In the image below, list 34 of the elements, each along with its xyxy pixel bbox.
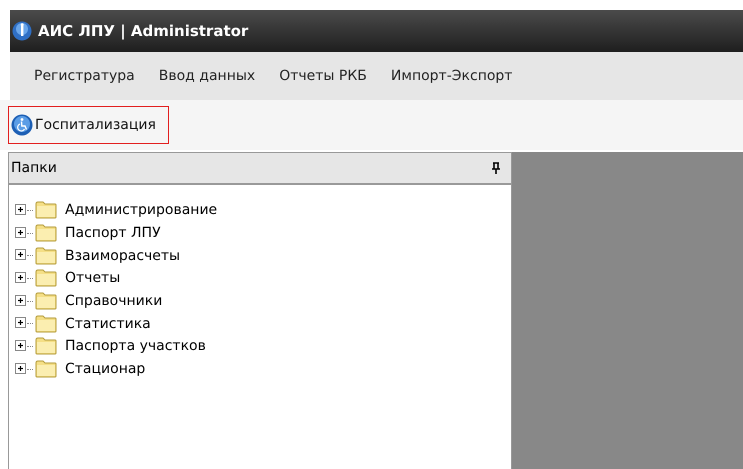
expand-icon[interactable]	[15, 294, 28, 308]
wheelchair-icon	[11, 114, 33, 136]
folder-icon	[35, 224, 57, 242]
toolbar-button[interactable]: Госпитализация	[8, 106, 169, 144]
folder-icon	[35, 201, 57, 220]
folder-icon	[35, 246, 57, 265]
pin-icon[interactable]	[491, 162, 501, 174]
menu-item[interactable]: Регистратура	[34, 68, 135, 84]
menu-item[interactable]: Отчеты РКБ	[279, 68, 367, 84]
expand-icon[interactable]	[15, 249, 28, 262]
folder-icon	[35, 269, 57, 288]
window-title: АИС ЛПУ | Administrator	[38, 22, 248, 40]
folder-icon	[35, 337, 57, 356]
folder-label[interactable]: Отчеты	[65, 270, 120, 286]
folder-label[interactable]: Справочники	[65, 293, 162, 310]
folder-icon	[35, 292, 57, 310]
folder-label[interactable]: Статистика	[65, 316, 151, 332]
folder-label[interactable]: Паспорт ЛПУ	[65, 225, 161, 242]
expand-icon[interactable]	[15, 272, 28, 285]
folder-label[interactable]: Стационар	[65, 361, 146, 378]
menu-item[interactable]: Ввод данных	[158, 68, 256, 84]
expand-icon[interactable]	[15, 226, 28, 240]
expand-icon[interactable]	[15, 204, 28, 217]
expand-icon[interactable]	[15, 362, 28, 376]
app-icon	[12, 21, 32, 41]
menu-item[interactable]: Импорт-Экспорт	[390, 68, 512, 84]
panel-title: Папки	[11, 160, 57, 176]
expand-icon[interactable]	[15, 317, 28, 330]
folder-icon	[35, 360, 57, 378]
folder-icon	[35, 314, 57, 333]
expand-icon[interactable]	[15, 340, 28, 353]
folder-label[interactable]: Администрирование	[65, 202, 218, 218]
folder-label[interactable]: Паспорта участков	[65, 338, 206, 354]
folder-label[interactable]: Взаиморасчеты	[65, 248, 180, 264]
